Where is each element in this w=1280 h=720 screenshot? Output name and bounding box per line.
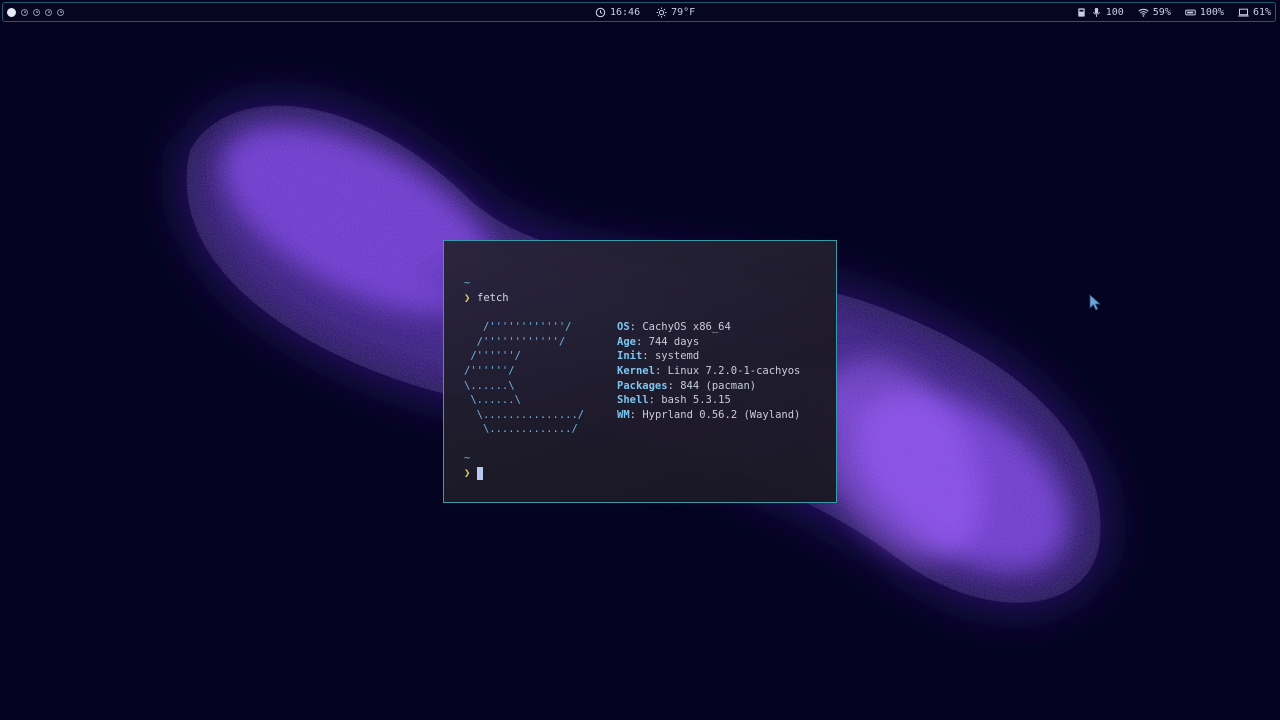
workspace-2[interactable] — [21, 8, 28, 16]
microphone-volume: 100 — [1105, 7, 1124, 18]
logo-line: \......\ — [464, 394, 521, 406]
terminal-window[interactable]: ~ ❯ fetch /''''''''''''/ /''''''''''''/ … — [443, 240, 837, 503]
logo-line: /''''''/ — [464, 350, 521, 362]
info-row-wm: WM: Hyprland 0.56.2 (Wayland) — [617, 409, 801, 421]
info-row-kernel: Kernel: Linux 7.2.0-1-cachyos — [617, 365, 801, 377]
logo-line: /''''''''''''/ — [464, 321, 572, 333]
workspace-5[interactable] — [57, 8, 64, 16]
sun-icon — [656, 7, 667, 18]
prompt-directory: ~ — [464, 277, 471, 289]
top-bar: 16:46 79°F 100 59% 100% 61% — [2, 2, 1276, 22]
mouse-pointer-icon — [1089, 294, 1102, 311]
logo-line: /''''''''''''/ — [464, 336, 566, 348]
workspace-4[interactable] — [45, 8, 52, 16]
speaker-icon — [1076, 7, 1087, 18]
workspace-3[interactable] — [33, 8, 40, 16]
info-row-os: OS: CachyOS x86_64 — [617, 321, 731, 333]
status-group: 100 59% 100% 61% — [1076, 5, 1271, 20]
memory-usage: 100% — [1199, 7, 1224, 18]
clock-weather-group: 16:46 79°F — [595, 5, 695, 20]
prompt-symbol: ❯ — [464, 292, 471, 304]
weather-temperature: 79°F — [671, 7, 696, 18]
battery-level: 61% — [1252, 7, 1271, 18]
logo-line: /''''''/ — [464, 365, 515, 377]
command-text: fetch — [477, 292, 509, 304]
weather-widget[interactable]: 79°F — [656, 7, 695, 18]
info-row-shell: Shell: bash 5.3.15 — [617, 394, 731, 406]
clock-icon — [595, 7, 606, 18]
battery-widget[interactable]: 61% — [1238, 7, 1271, 18]
clock-widget[interactable]: 16:46 — [595, 7, 640, 18]
logo-line: \......\ — [464, 380, 515, 392]
audio-widget[interactable]: 100 — [1076, 7, 1124, 18]
text-cursor — [477, 467, 483, 480]
workspace-1[interactable] — [7, 7, 16, 17]
desktop: 16:46 79°F 100 59% 100% 61% ~ ❯ fetch /'… — [0, 0, 1280, 720]
wifi-strength: 59% — [1152, 7, 1171, 18]
workspace-indicators — [7, 6, 64, 18]
laptop-battery-icon — [1238, 7, 1249, 18]
clock-time: 16:46 — [610, 7, 641, 18]
wifi-icon — [1138, 7, 1149, 18]
info-row-age: Age: 744 days — [617, 336, 700, 348]
info-row-packages: Packages: 844 (pacman) — [617, 380, 757, 392]
info-row-init: Init: systemd — [617, 350, 700, 362]
logo-line: \............./ — [464, 423, 578, 435]
prompt-symbol: ❯ — [464, 467, 471, 479]
prompt-directory: ~ — [464, 452, 471, 464]
memory-widget[interactable]: 100% — [1185, 7, 1224, 18]
logo-line: \.............../ — [464, 409, 585, 421]
microphone-icon — [1091, 7, 1102, 18]
memory-icon — [1185, 7, 1196, 18]
wifi-widget[interactable]: 59% — [1138, 7, 1171, 18]
